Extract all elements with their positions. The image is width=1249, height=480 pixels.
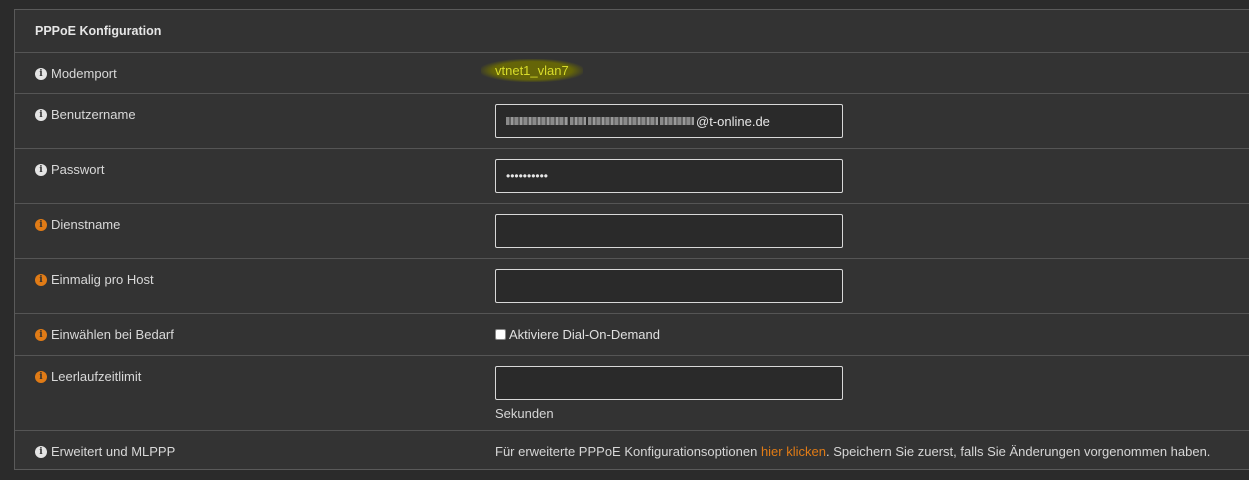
row-label-passwort: i Passwort: [35, 162, 104, 177]
row-erweitert: i Erweitert und MLPPP Für erweiterte PPP…: [15, 431, 1249, 471]
label-leerlauf: Leerlaufzeitlimit: [51, 369, 142, 384]
host-uniq-input[interactable]: [495, 269, 843, 303]
password-dots: ••••••••••: [506, 169, 549, 183]
row-label-benutzername: i Benutzername: [35, 107, 136, 122]
value-dienstname-wrap: [495, 214, 843, 248]
info-icon[interactable]: i: [35, 108, 47, 121]
value-einwaehlen-wrap: Aktiviere Dial-On-Demand: [495, 327, 660, 342]
info-icon[interactable]: i: [35, 328, 47, 341]
label-erweitert: Erweitert und MLPPP: [51, 444, 176, 459]
label-passwort: Passwort: [51, 162, 105, 177]
row-passwort: i Passwort ••••••••••: [15, 149, 1249, 204]
row-label-erweitert: i Erweitert und MLPPP: [35, 444, 175, 459]
service-name-input[interactable]: [495, 214, 843, 248]
dial-on-demand-option[interactable]: Aktiviere Dial-On-Demand: [495, 327, 660, 342]
dial-on-demand-checkbox[interactable]: [495, 329, 506, 340]
row-label-einmalig: i Einmalig pro Host: [35, 272, 154, 287]
info-icon[interactable]: i: [35, 163, 47, 176]
advanced-link[interactable]: hier klicken: [761, 444, 826, 459]
dial-on-demand-label: Aktiviere Dial-On-Demand: [509, 327, 660, 342]
advanced-text-before: Für erweiterte PPPoE Konfigurationsoptio…: [495, 444, 761, 459]
password-input[interactable]: ••••••••••: [495, 159, 843, 193]
redacted-username-part: [570, 117, 586, 125]
value-modemport-wrap: vtnet1_vlan7: [481, 59, 583, 82]
value-einmalig-wrap: [495, 269, 843, 303]
modemport-value: vtnet1_vlan7: [481, 59, 583, 82]
advanced-text-after: . Speichern Sie zuerst, falls Sie Änderu…: [825, 444, 1211, 459]
idle-timeout-unit: Sekunden: [495, 406, 554, 421]
value-benutzername-wrap: @t-online.de: [495, 104, 843, 138]
row-label-modemport: i Modemport: [35, 66, 117, 81]
value-leerlauf-wrap: Sekunden: [495, 366, 843, 421]
label-dienstname: Dienstname: [51, 217, 121, 232]
info-icon[interactable]: i: [35, 445, 47, 458]
label-modemport: Modemport: [51, 66, 117, 81]
redacted-username-part: [660, 117, 694, 125]
info-icon[interactable]: i: [35, 218, 47, 231]
row-label-leerlauf: i Leerlaufzeitlimit: [35, 369, 141, 384]
label-benutzername: Benutzername: [51, 107, 136, 122]
username-input[interactable]: @t-online.de: [495, 104, 843, 138]
redacted-username-part: [506, 117, 568, 125]
row-modemport: i Modemport vtnet1_vlan7: [15, 53, 1249, 94]
idle-timeout-input[interactable]: [495, 366, 843, 400]
row-benutzername: i Benutzername @t-online.de: [15, 94, 1249, 149]
redacted-username-part: [588, 117, 658, 125]
pppoe-config-panel: PPPoE Konfiguration i Modemport vtnet1_v…: [14, 9, 1249, 470]
row-label-dienstname: i Dienstname: [35, 217, 120, 232]
info-icon[interactable]: i: [35, 370, 47, 383]
username-suffix: @t-online.de: [696, 113, 770, 129]
value-erweitert-wrap: Für erweiterte PPPoE Konfigurationsoptio…: [495, 444, 1210, 459]
row-leerlauf: i Leerlaufzeitlimit Sekunden: [15, 356, 1249, 431]
value-passwort-wrap: ••••••••••: [495, 159, 843, 193]
row-label-einwaehlen: i Einwählen bei Bedarf: [35, 327, 174, 342]
label-einwaehlen: Einwählen bei Bedarf: [51, 327, 174, 342]
row-einmalig: i Einmalig pro Host: [15, 259, 1249, 314]
row-einwaehlen: i Einwählen bei Bedarf Aktiviere Dial-On…: [15, 314, 1249, 356]
info-icon[interactable]: i: [35, 273, 47, 286]
panel-title: PPPoE Konfiguration: [15, 10, 1249, 53]
row-dienstname: i Dienstname: [15, 204, 1249, 259]
label-einmalig: Einmalig pro Host: [51, 272, 154, 287]
info-icon[interactable]: i: [35, 67, 47, 80]
